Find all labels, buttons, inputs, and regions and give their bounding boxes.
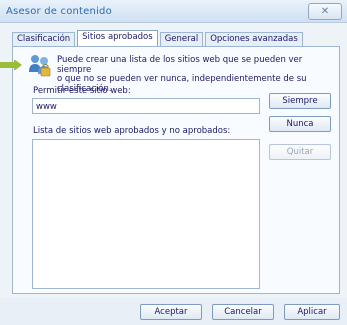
close-icon: ✕ [320,6,330,17]
tab-opciones-avanzadas[interactable]: Opciones avanzadas [205,32,303,46]
cancel-button[interactable]: Cancelar [212,304,274,320]
content-advisor-dialog: Asesor de contenido ✕ Clasificación Siti… [0,0,347,325]
users-lock-icon [29,55,51,77]
tab-sitios-aprobados[interactable]: Sitios aprobados [77,30,158,46]
arrow-right-icon [0,60,22,70]
window-title: Asesor de contenido [6,6,112,17]
apply-button[interactable]: Aplicar [284,304,340,320]
intro-line-1: Puede crear una lista de los sitios web … [57,55,303,75]
title-bar: Asesor de contenido ✕ [0,0,347,23]
allow-site-label: Permitir este sitio web: [33,86,131,96]
site-url-input[interactable]: www [32,98,260,114]
tab-clasificacion[interactable]: Clasificación [12,32,76,46]
approved-sites-list[interactable] [32,139,260,289]
site-list-label: Lista de sitios web aprobados y no aprob… [33,126,231,136]
never-button[interactable]: Nunca [269,116,331,132]
tab-strip: Clasificación Sitios aprobados General O… [12,30,305,46]
remove-button[interactable]: Quitar [269,144,331,160]
button-bar: Aceptar Cancelar Aplicar [0,298,347,325]
ok-button[interactable]: Aceptar [140,304,202,320]
close-button[interactable]: ✕ [308,3,342,20]
tab-general[interactable]: General [159,32,204,46]
always-button[interactable]: Siempre [269,93,331,109]
